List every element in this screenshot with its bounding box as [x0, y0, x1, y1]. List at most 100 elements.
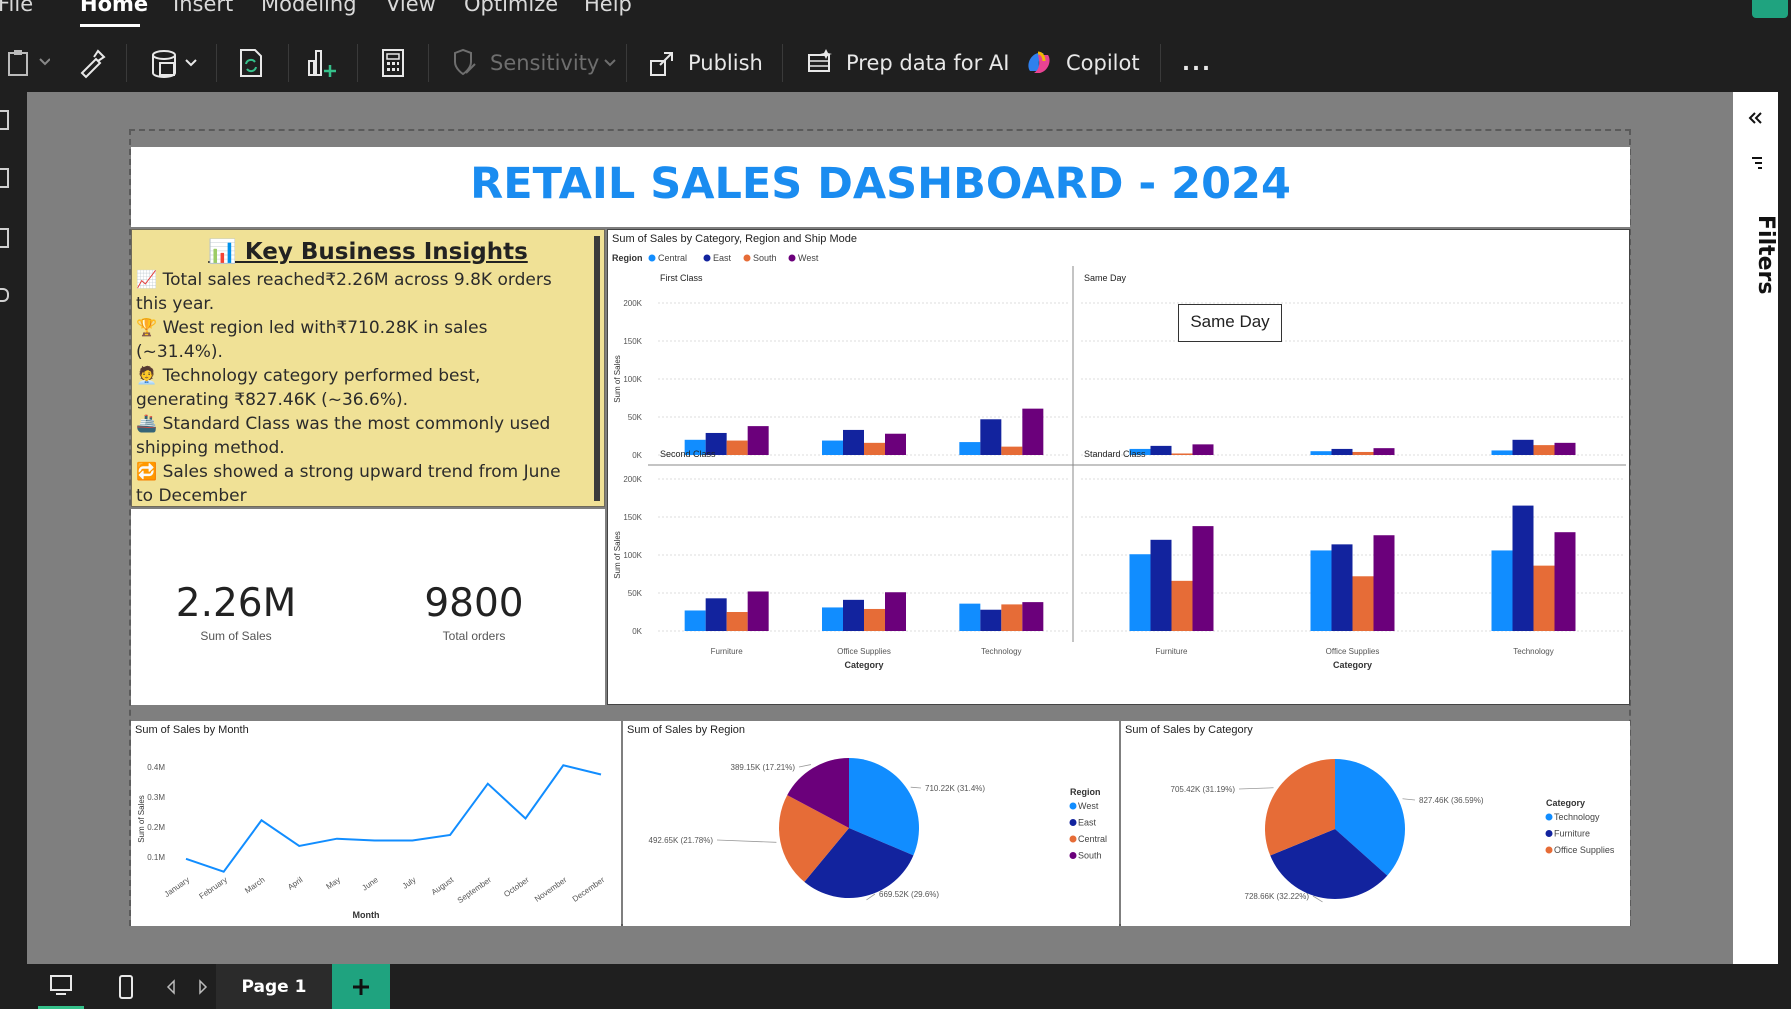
bar	[980, 609, 1002, 631]
legend-item: Central	[658, 253, 687, 263]
dax-query-view-icon[interactable]	[0, 288, 9, 302]
line-series	[185, 764, 602, 873]
menu-modeling[interactable]: Modeling	[261, 0, 357, 16]
legend-marker	[1545, 813, 1553, 821]
data-label: 710.22K (31.4%)	[925, 784, 985, 793]
bar	[980, 419, 1002, 455]
next-page-button[interactable]	[192, 964, 214, 1009]
publish-button[interactable]: Publish	[648, 47, 763, 79]
x-tick-label: Technology	[1513, 647, 1553, 656]
y-tick-label: 200K	[623, 475, 642, 484]
share-button[interactable]	[1752, 0, 1788, 18]
bar	[1373, 535, 1395, 631]
bar	[726, 612, 748, 631]
insights-scrollbar[interactable]	[594, 236, 600, 501]
legend-item: Furniture	[1554, 829, 1590, 839]
more-options-label: ...	[1182, 51, 1212, 75]
ribbon-toolbar: Sensitivity Publish Prep data for AI Cop…	[0, 30, 1791, 92]
sensitivity-button[interactable]: Sensitivity	[452, 47, 621, 79]
sales-by-category-chart[interactable]: Sum of Sales by Category 827.46K (36.59%)…	[1121, 721, 1630, 926]
x-tick-label: Technology	[981, 647, 1021, 656]
page-tab-1[interactable]: Page 1	[216, 964, 332, 1009]
bar	[885, 592, 906, 631]
bar	[1331, 544, 1353, 631]
new-visual-button[interactable]	[306, 47, 338, 79]
view-switcher-rail	[0, 92, 27, 964]
y-tick-label: 200K	[623, 299, 642, 308]
insights-body: 📈 Total sales reached₹2.26M across 9.8K …	[136, 268, 576, 508]
format-painter-button[interactable]	[76, 47, 106, 79]
refresh-button[interactable]	[236, 47, 266, 79]
more-options-button[interactable]: ...	[1182, 47, 1212, 79]
legend-item: East	[713, 253, 732, 263]
y-tick-label: 0K	[632, 451, 642, 460]
bar	[1352, 451, 1374, 455]
get-data-button[interactable]	[150, 47, 202, 79]
leader-line	[1238, 787, 1274, 790]
data-label: 669.52K (29.6%)	[879, 890, 939, 899]
x-tick-label: November	[533, 875, 569, 904]
legend-item: West	[1078, 801, 1099, 811]
mobile-icon	[119, 974, 133, 999]
add-page-button[interactable]	[332, 964, 390, 1009]
kpi-total-sales-value[interactable]: 2.26M	[136, 581, 336, 626]
title-panel[interactable]: RETAIL SALES DASHBOARD - 2024	[131, 147, 1630, 227]
menu-file[interactable]: File	[0, 0, 33, 16]
paintbrush-icon	[80, 49, 106, 79]
menu-help[interactable]: Help	[584, 0, 632, 16]
sales-by-region-chart[interactable]: Sum of Sales by Region 710.22K (31.4%) 669…	[623, 721, 1119, 926]
bar	[1554, 532, 1576, 631]
y-tick-label: 150K	[623, 513, 642, 522]
menu-optimize[interactable]: Optimize	[464, 0, 558, 16]
bar	[1373, 448, 1395, 455]
bar	[1512, 439, 1534, 455]
kpi-total-orders-label: Total orders	[442, 629, 506, 643]
data-label: 492.65K (21.78%)	[649, 836, 714, 845]
bar	[1331, 448, 1353, 455]
leader-line	[1402, 798, 1416, 801]
bar	[885, 433, 906, 455]
y-tick-label: 0.1M	[147, 853, 165, 862]
bar	[1150, 539, 1172, 631]
y-axis-label: Sum of Sales	[137, 795, 146, 843]
x-tick-label: December	[571, 875, 607, 904]
prep-data-icon	[808, 49, 832, 72]
bar	[726, 440, 748, 455]
sales-by-month-chart[interactable]: Sum of Sales by Month 0.1M 0.2M 0.3M 0.4M Jan…	[131, 721, 621, 926]
mobile-layout-button[interactable]	[106, 964, 146, 1009]
table-view-icon[interactable]	[0, 168, 9, 188]
report-view-icon[interactable]	[0, 110, 9, 130]
ribbon-separator	[626, 44, 627, 82]
bar	[1533, 565, 1555, 631]
previous-page-button[interactable]	[160, 964, 182, 1009]
legend-marker	[1545, 846, 1553, 854]
paste-button[interactable]	[6, 47, 50, 79]
model-view-icon[interactable]	[0, 228, 9, 248]
leader-line	[716, 839, 777, 843]
new-measure-button[interactable]	[380, 47, 406, 79]
sales-by-category-region-shipmode-chart[interactable]: Sum of Sales by Category, Region and Shi…	[607, 229, 1630, 705]
page-navigation-bar: Page 1	[0, 964, 1791, 1009]
collapse-icon[interactable]	[1733, 92, 1778, 152]
x-tick-label: August	[430, 875, 456, 897]
filters-pane-label[interactable]: Filters	[1734, 215, 1779, 305]
copilot-button[interactable]: Copilot	[1024, 47, 1140, 79]
desktop-layout-button[interactable]	[38, 964, 84, 1009]
monitor-icon	[50, 975, 72, 995]
legend-marker	[703, 254, 711, 262]
insights-title: 📊 Key Business Insights	[208, 239, 528, 265]
legend-marker	[743, 254, 751, 262]
menu-insert[interactable]: Insert	[173, 0, 233, 16]
ribbon-separator	[428, 44, 429, 82]
ribbon-separator	[216, 44, 217, 82]
prep-data-button[interactable]: Prep data for AI	[806, 47, 1009, 79]
kpi-total-orders-value[interactable]: 9800	[374, 581, 574, 626]
insights-textbox[interactable]: 📊 Key Business Insights 📈 Total sales re…	[131, 229, 605, 507]
legend-item: East	[1078, 818, 1097, 828]
bar	[822, 440, 843, 455]
chevron-right-icon	[199, 978, 208, 995]
x-axis-label: Month	[353, 910, 380, 920]
menu-view[interactable]: View	[386, 0, 436, 16]
menu-home[interactable]: Home	[80, 0, 148, 16]
y-tick-label: 100K	[623, 375, 642, 384]
